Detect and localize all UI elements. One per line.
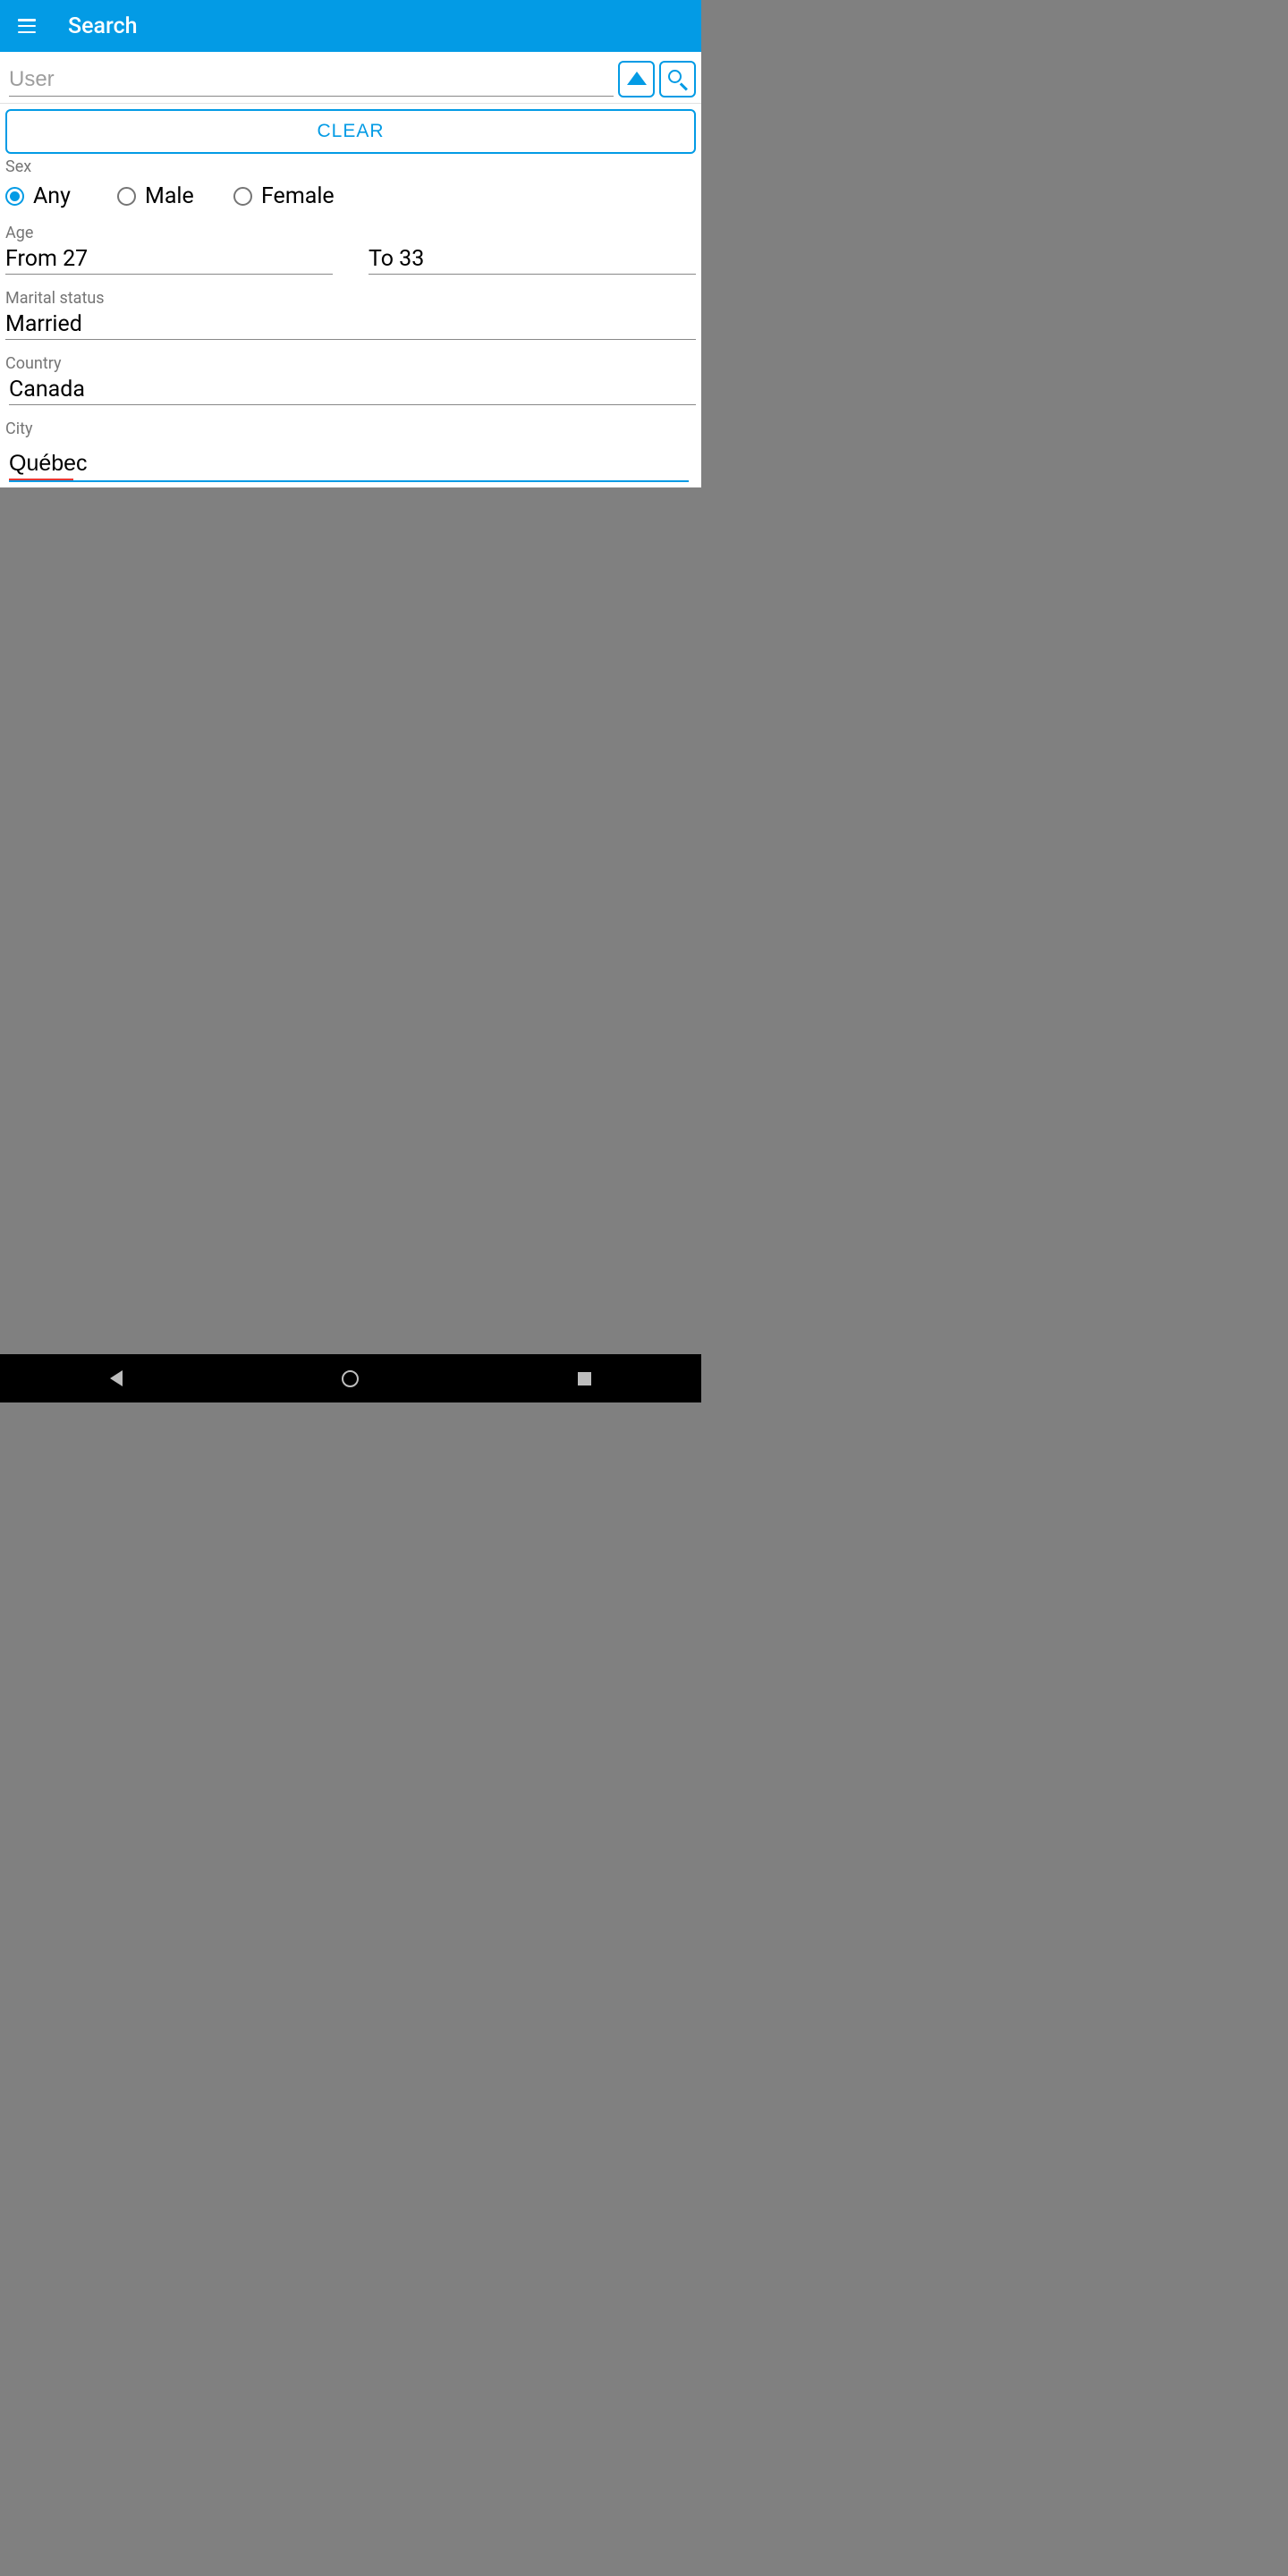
city-label: City	[5, 419, 696, 438]
collapse-button[interactable]	[618, 61, 655, 97]
user-search-input[interactable]	[9, 62, 614, 97]
sex-option-any[interactable]: Any	[5, 183, 117, 209]
clear-button[interactable]: CLEAR	[5, 109, 696, 154]
radio-icon	[117, 187, 136, 206]
system-nav-bar	[0, 1354, 701, 1402]
page-title: Search	[68, 13, 138, 39]
filter-form: CLEAR Sex Any Male Female Age From 27 To…	[0, 104, 701, 487]
country-label: Country	[5, 354, 696, 373]
back-icon[interactable]	[110, 1370, 123, 1386]
search-icon	[668, 70, 688, 89]
marital-label: Marital status	[5, 289, 696, 308]
radio-label: Male	[145, 183, 194, 209]
home-icon[interactable]	[342, 1370, 359, 1387]
radio-icon	[5, 187, 24, 206]
age-label: Age	[5, 224, 696, 242]
age-from-field[interactable]: From 27	[5, 244, 333, 275]
age-to-field[interactable]: To 33	[369, 244, 696, 275]
menu-icon[interactable]	[18, 19, 36, 33]
triangle-up-icon	[627, 72, 647, 85]
app-bar: Search	[0, 0, 701, 52]
search-row	[0, 52, 701, 104]
sex-option-female[interactable]: Female	[233, 183, 335, 209]
radio-label: Female	[261, 183, 335, 209]
city-input[interactable]	[9, 451, 689, 482]
sex-option-male[interactable]: Male	[117, 183, 233, 209]
search-button[interactable]	[659, 61, 696, 97]
country-field[interactable]: Canada	[9, 375, 696, 405]
spellcheck-underline-icon	[9, 479, 73, 480]
radio-label: Any	[33, 183, 71, 209]
recent-apps-icon[interactable]	[578, 1372, 591, 1385]
radio-icon	[233, 187, 252, 206]
sex-label: Sex	[5, 157, 696, 176]
marital-status-field[interactable]: Married	[5, 309, 696, 340]
sex-radio-group: Any Male Female	[5, 183, 696, 209]
